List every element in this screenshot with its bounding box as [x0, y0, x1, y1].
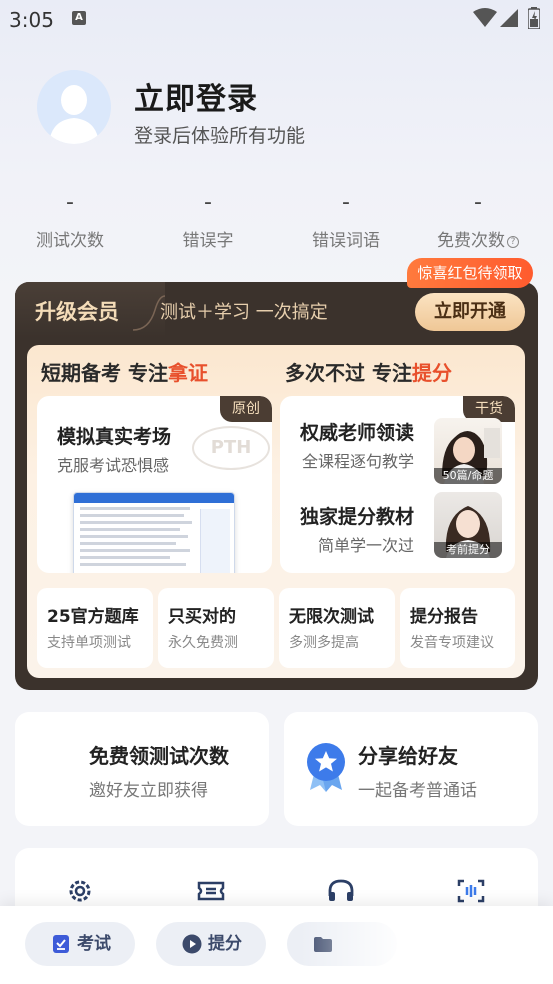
battery-icon: [528, 7, 540, 29]
official-bank-feature[interactable]: 25官方题库 支持单项测试: [37, 588, 153, 668]
stat-label: 错误词语: [312, 231, 380, 251]
nav-improve[interactable]: 提分: [156, 922, 266, 966]
feature-title: 无限次测试: [289, 607, 374, 627]
vip-slogan: 测试＋学习 一次搞定: [160, 302, 328, 323]
feature-title: 提分报告: [410, 607, 478, 627]
original-tag: 原创: [220, 396, 272, 422]
stat-label: 免费次数: [437, 231, 505, 251]
feature-subtitle: 永久免费测: [168, 635, 238, 651]
gift-badge[interactable]: 惊喜红包待领取: [407, 258, 533, 288]
photo-caption: 50篇/命题: [434, 468, 502, 484]
pth-watermark: PTH: [192, 426, 270, 470]
buy-right-feature[interactable]: 只买对的 永久免费测: [158, 588, 274, 668]
teacher-photo: 50篇/命题: [434, 418, 502, 484]
nav-label: 提分: [208, 934, 242, 954]
card-title: 权威老师领读: [300, 422, 415, 444]
help-icon[interactable]: ?: [507, 236, 519, 248]
card-title: 分享给好友: [358, 744, 458, 768]
star-badge-icon: [307, 743, 345, 792]
stat-value: -: [474, 190, 482, 215]
wifi-icon: [473, 8, 497, 27]
stat-wrong-chars[interactable]: - 错误字: [138, 190, 278, 251]
stat-label: 测试次数: [36, 231, 104, 251]
stats-row: - 测试次数 - 错误字 - 错误词语 - 免费次数?: [0, 190, 553, 260]
vip-title: 升级会员: [35, 300, 119, 324]
exam-screenshot-preview: [73, 492, 235, 573]
card-subtitle: 邀好友立即获得: [89, 781, 208, 801]
feature-subtitle: 多测多提高: [289, 635, 359, 651]
feature-subtitle: 支持单项测试: [47, 635, 131, 651]
open-vip-button[interactable]: 立即开通: [415, 293, 525, 331]
photo-caption: 考前提分: [434, 542, 502, 558]
unlimited-tests-feature[interactable]: 无限次测试 多测多提高: [279, 588, 395, 668]
mock-exam-card[interactable]: 原创 PTH 模拟真实考场 克服考试恐惧感: [37, 396, 272, 573]
bottom-nav: 考试 提分: [0, 906, 553, 984]
card-subtitle: 克服考试恐惧感: [57, 456, 170, 475]
material-photo: 考前提分: [434, 492, 502, 558]
avatar[interactable]: [37, 70, 111, 144]
vip-content: 短期备考 专注拿证 多次不过 专注提分 原创 PTH 模拟真实考场 克服考试恐惧…: [27, 345, 525, 678]
card-title: 免费领测试次数: [89, 744, 229, 768]
stat-test-count[interactable]: - 测试次数: [0, 190, 140, 251]
gear-icon[interactable]: [65, 878, 95, 904]
stat-label: 错误字: [182, 231, 234, 251]
vip-panel: 升级会员 测试＋学习 一次搞定 短期备考 专注拿证 多次不过 专注提分 原创 P…: [15, 282, 538, 690]
card-subtitle: 简单学一次过: [318, 536, 415, 555]
stat-value: -: [342, 190, 350, 215]
status-bar: 3:05 A: [0, 0, 553, 38]
voice-scan-icon[interactable]: [456, 878, 486, 904]
card-subtitle: 全课程逐句教学: [302, 452, 415, 471]
login-title[interactable]: 立即登录: [134, 74, 258, 118]
nav-label: 考试: [77, 934, 111, 954]
play-icon: [182, 934, 202, 954]
feature-title: 只买对的: [168, 607, 236, 627]
feature-title: 25官方题库: [47, 607, 139, 627]
nav-exam[interactable]: 考试: [25, 922, 135, 966]
nav-fade-overlay: [300, 906, 553, 984]
stat-value: -: [204, 190, 212, 215]
stat-wrong-words[interactable]: - 错误词语: [276, 190, 416, 251]
cell-signal-icon: [500, 9, 518, 27]
share-friends-card[interactable]: 分享给好友 一起备考普通话: [284, 712, 538, 826]
user-silhouette-icon: [49, 85, 99, 144]
login-subtitle: 登录后体验所有功能: [134, 125, 306, 147]
multi-fail-heading: 多次不过 专注提分: [285, 361, 452, 385]
stat-free-count[interactable]: - 免费次数?: [408, 190, 548, 251]
teacher-card[interactable]: 干货 权威老师领读 全课程逐句教学 50篇/命题 独家提分教材 简单学一次过 考…: [280, 396, 515, 573]
score-report-feature[interactable]: 提分报告 发音专项建议: [400, 588, 515, 668]
card-title: 模拟真实考场: [57, 426, 172, 448]
ticket-icon[interactable]: [196, 878, 226, 904]
notification-icon: A: [72, 11, 86, 25]
short-term-heading: 短期备考 专注拿证: [41, 361, 208, 385]
feature-subtitle: 发音专项建议: [410, 635, 494, 651]
exam-doc-icon: [53, 935, 69, 953]
free-tests-card[interactable]: 免费领测试次数 邀好友立即获得: [15, 712, 269, 826]
stat-value: -: [66, 190, 74, 215]
card-title: 独家提分教材: [300, 506, 415, 528]
card-subtitle: 一起备考普通话: [358, 781, 477, 801]
status-time: 3:05: [9, 8, 54, 32]
headset-icon[interactable]: [326, 878, 356, 904]
